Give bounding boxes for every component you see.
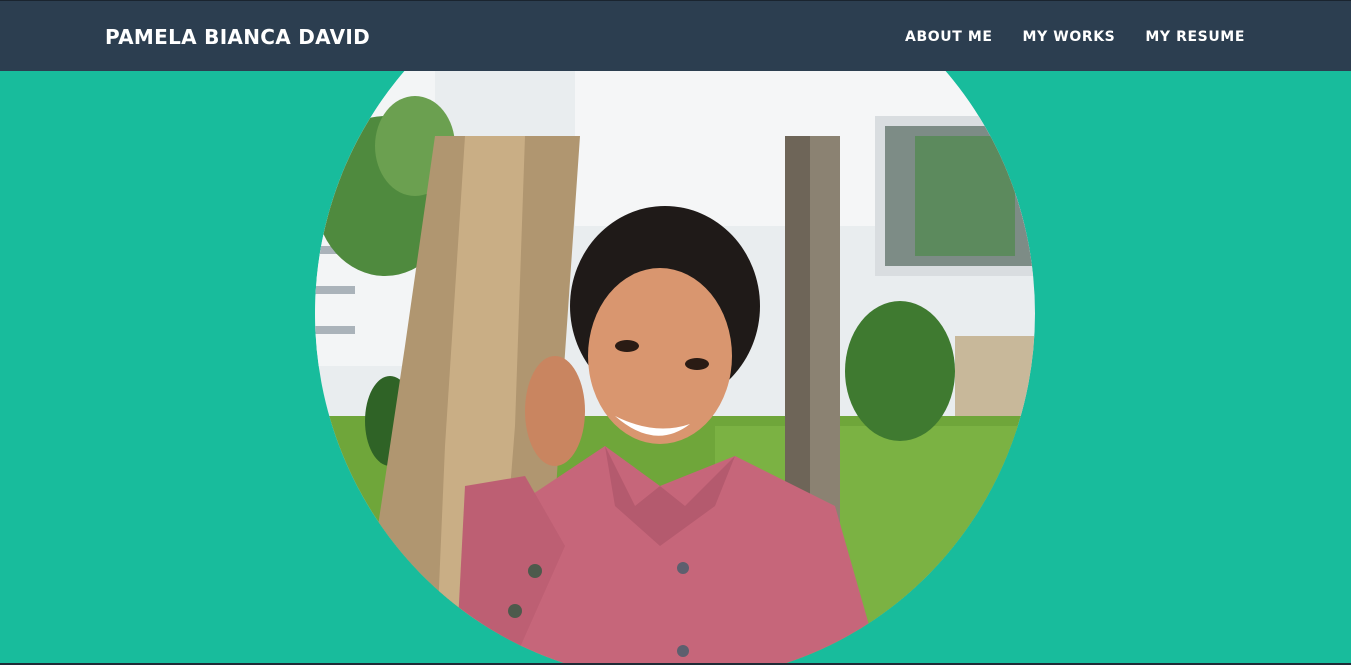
nav-links: ABOUT ME MY WORKS MY RESUME — [905, 29, 1245, 45]
brand-link[interactable]: PAMELA BIANCA DAVID — [105, 25, 370, 49]
hero-section — [0, 71, 1351, 665]
nav-my-works[interactable]: MY WORKS — [1023, 29, 1116, 45]
profile-portrait — [315, 71, 1035, 665]
nav-about-me[interactable]: ABOUT ME — [905, 29, 993, 45]
nav-my-resume[interactable]: MY RESUME — [1145, 29, 1245, 45]
portrait-illustration — [315, 71, 1035, 665]
navbar: PAMELA BIANCA DAVID ABOUT ME MY WORKS MY… — [0, 0, 1351, 71]
